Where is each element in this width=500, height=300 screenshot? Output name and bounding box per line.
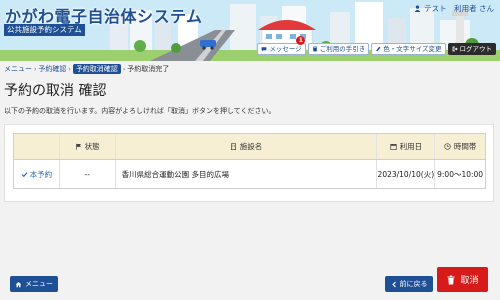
header-date: 利用日: [377, 134, 436, 159]
message-count-badge: 1: [296, 36, 306, 45]
breadcrumb-item-cancel-complete: 予約取消完了: [127, 65, 170, 73]
header-type: [14, 134, 60, 159]
logout-button[interactable]: ログアウト: [447, 43, 496, 55]
reservation-panel: 状態 施設名 利用日 時間帯 本予約 -- 香川県総合運動公園 多目的広場 20…: [4, 124, 494, 202]
user-icon: [414, 5, 421, 12]
trash-icon: [447, 275, 455, 284]
building-icon: [230, 143, 236, 150]
header-time: 時間帯: [435, 134, 485, 159]
logout-icon: [452, 46, 458, 52]
guide-button[interactable]: ご利用の手引き: [307, 43, 370, 55]
row-time: 9:00～10:00: [437, 169, 484, 179]
table-header: 状態 施設名 利用日 時間帯: [14, 134, 485, 160]
row-facility: 香川県総合運動公園 多目的広場: [116, 160, 378, 188]
clock-icon: [444, 143, 451, 150]
row-date: 2023/10/10(火): [377, 160, 436, 188]
site-header: かがわ電子自治体システム 公共施設予約システム テスト 利用者 さん メッセージ…: [0, 0, 500, 61]
header-time-label: 時間帯: [453, 142, 477, 151]
header-toolbar: メッセージ 1 ご利用の手引き 色・文字サイズ変更 ログアウト: [257, 36, 496, 55]
message-icon: [261, 47, 267, 52]
logout-button-label: ログアウト: [459, 45, 493, 53]
breadcrumb-separator-icon: ›: [34, 65, 37, 73]
table-row: 本予約 -- 香川県総合運動公園 多目的広場 2023/10/10(火) 9:0…: [14, 160, 485, 188]
site-subtitle: 公共施設予約システム: [4, 24, 85, 36]
guide-book-icon: [312, 46, 317, 52]
cancel-reservation-button[interactable]: 取消: [437, 267, 488, 292]
calendar-icon: [389, 144, 397, 150]
header-date-label: 利用日: [399, 142, 423, 151]
instruction-text: 以下の予約の取消を行います。内容がよろしければ「取消」ボタンを押してください。: [4, 107, 276, 115]
reservation-type-label: 本予約: [29, 169, 53, 179]
guide-button-label: ご利用の手引き: [319, 45, 366, 53]
breadcrumb-item-menu[interactable]: メニュー: [4, 64, 32, 74]
header-status-label: 状態: [84, 142, 100, 151]
cancel-button-label: 取消: [460, 276, 479, 286]
check-icon: [21, 171, 28, 177]
flag-icon: [75, 143, 81, 150]
breadcrumb-separator-icon: ›: [122, 65, 126, 73]
menu-button[interactable]: メニュー: [10, 276, 58, 292]
page-title: 予約の取消 確認: [4, 83, 107, 99]
color-size-button-label: 色・文字サイズ変更: [383, 45, 442, 53]
breadcrumb-item-reservation-check[interactable]: 予約確認: [38, 64, 66, 74]
home-icon: [15, 281, 22, 287]
breadcrumb-separator-icon: ›: [68, 65, 71, 73]
back-button-label: 前に戻る: [399, 280, 428, 288]
row-status: --: [60, 160, 116, 188]
back-button[interactable]: 前に戻る: [385, 276, 433, 292]
breadcrumb: メニュー › 予約確認 › 予約取消確認 › 予約取消完了: [4, 64, 169, 74]
user-name: テスト 利用者 さん: [424, 4, 494, 13]
row-type: 本予約: [14, 160, 60, 188]
header-status: 状態: [60, 134, 116, 159]
reservation-type-link[interactable]: 本予約: [21, 169, 53, 180]
header-facility: 施設名: [116, 134, 378, 159]
message-button[interactable]: メッセージ 1: [257, 36, 306, 55]
breadcrumb-item-cancel-confirm: 予約取消確認: [72, 64, 121, 74]
user-info: テスト 利用者 さん: [414, 3, 494, 14]
header-facility-label: 施設名: [239, 142, 263, 151]
chevron-left-icon: [391, 281, 396, 287]
palette-icon: [376, 46, 381, 52]
color-size-button[interactable]: 色・文字サイズ変更: [371, 43, 446, 55]
menu-button-label: メニュー: [25, 280, 53, 288]
reservation-table: 状態 施設名 利用日 時間帯 本予約 -- 香川県総合運動公園 多目的広場 20…: [13, 133, 486, 189]
message-button-label: メッセージ: [269, 45, 302, 53]
